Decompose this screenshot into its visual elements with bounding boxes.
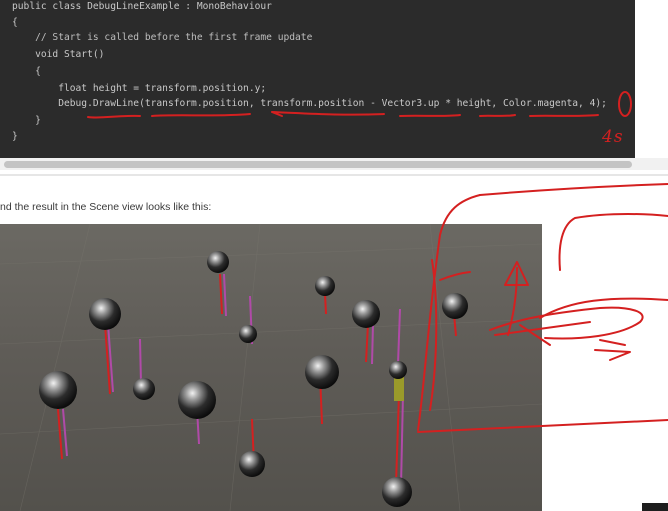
ink-top-line	[479, 183, 668, 196]
code-line-close-brace: }	[12, 115, 41, 126]
ink-arrowheads	[594, 339, 631, 361]
scene-caption: nd the result in the Scene view looks li…	[0, 201, 212, 213]
scene-grid	[0, 224, 542, 511]
horizontal-scrollbar[interactable]	[0, 158, 668, 170]
code-line-close-brace-2: }	[12, 131, 18, 142]
ink-loop-3	[539, 297, 668, 319]
code-line-drawline: Debug.DrawLine(transform.position, trans…	[12, 98, 607, 109]
scene-svg	[0, 224, 542, 511]
scrollbar-thumb[interactable]	[4, 161, 632, 168]
code-line-class: public class DebugLineExample : MonoBeha…	[12, 1, 272, 12]
scene-view-image	[0, 224, 542, 511]
code-line-height: float height = transform.position.y;	[12, 83, 267, 94]
code-block: public class DebugLineExample : MonoBeha…	[0, 0, 635, 158]
code-line-open-brace: {	[12, 17, 18, 28]
yellow-gizmo	[394, 376, 404, 401]
corner-element	[642, 503, 668, 511]
divider	[0, 174, 668, 176]
code-line-open-brace-2: {	[12, 66, 41, 77]
ink-arc-top	[558, 213, 668, 271]
code-line-start: void Start()	[12, 49, 105, 60]
code-line-comment: // Start is called before the first fram…	[12, 32, 313, 43]
